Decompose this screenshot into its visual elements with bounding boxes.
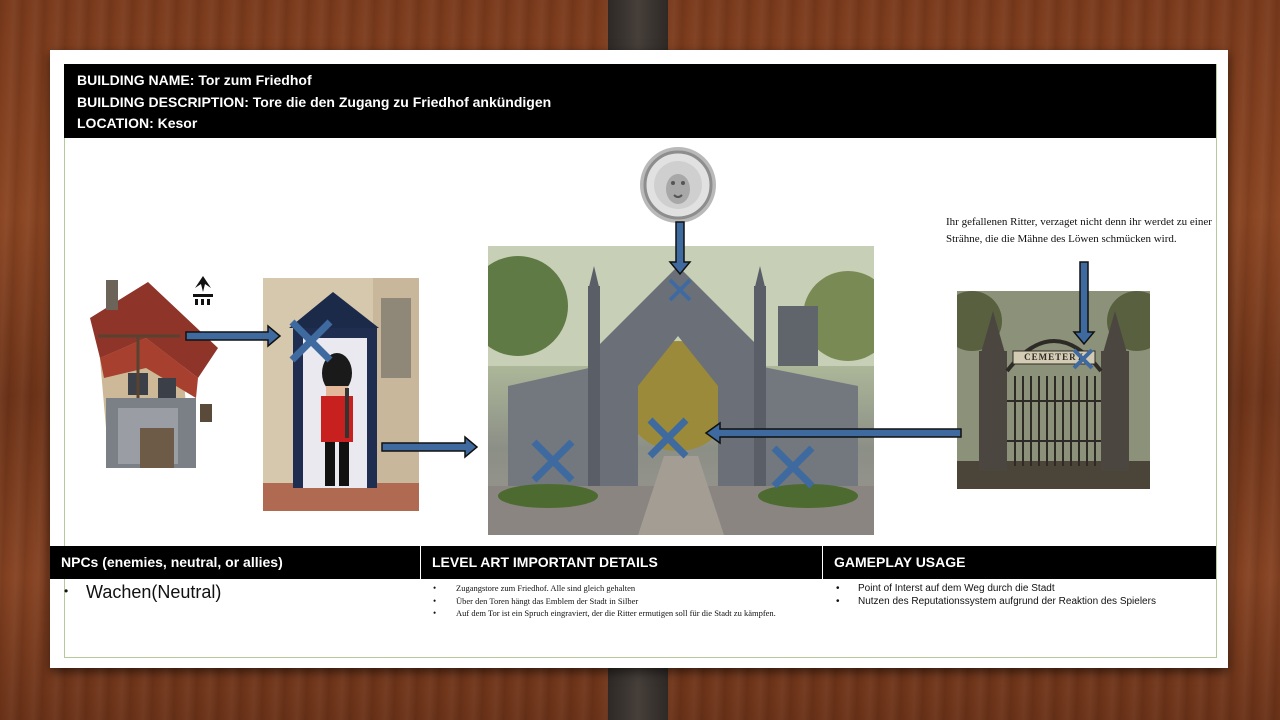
x-marker-gate-right bbox=[771, 445, 815, 489]
slide-card: BUILDING NAME: Tor zum Friedhof BUILDING… bbox=[50, 50, 1228, 668]
arrow-guard-to-gate bbox=[381, 435, 479, 459]
level-art-heading: LEVEL ART IMPORTANT DETAILS bbox=[421, 546, 822, 579]
level-art-list: Zugangstore zum Friedhof. Alle sind glei… bbox=[433, 582, 818, 620]
npcs-heading: NPCs (enemies, neutral, or allies) bbox=[50, 546, 420, 579]
arrow-quote-to-cemetery bbox=[1072, 261, 1096, 346]
level-art-item: Auf dem Tor ist ein Spruch eingraviert, … bbox=[433, 607, 818, 620]
x-marker-gate-center bbox=[647, 417, 689, 459]
x-marker-cemetery bbox=[1072, 348, 1094, 370]
binder-strap-bottom bbox=[608, 662, 668, 720]
arrow-emblem-to-gate bbox=[668, 221, 692, 276]
arrow-house-to-guard bbox=[185, 324, 282, 348]
npcs-list: Wachen(Neutral) bbox=[64, 582, 404, 603]
gameplay-item: Point of Interst auf dem Weg durch die S… bbox=[836, 582, 1206, 595]
npc-item: Wachen(Neutral) bbox=[64, 582, 404, 603]
gameplay-item: Nutzen des Reputationssystem aufgrund de… bbox=[836, 595, 1206, 608]
level-art-item: Über den Toren hängt das Emblem der Stad… bbox=[433, 595, 818, 608]
x-marker-guard bbox=[289, 319, 333, 363]
gameplay-heading: GAMEPLAY USAGE bbox=[823, 546, 1216, 579]
x-marker-gate-left bbox=[531, 439, 575, 483]
arrow-cemetery-to-gate bbox=[704, 421, 962, 445]
level-art-item: Zugangstore zum Friedhof. Alle sind glei… bbox=[433, 582, 818, 595]
x-marker-emblem bbox=[668, 278, 692, 302]
gameplay-list: Point of Interst auf dem Weg durch die S… bbox=[836, 582, 1206, 608]
